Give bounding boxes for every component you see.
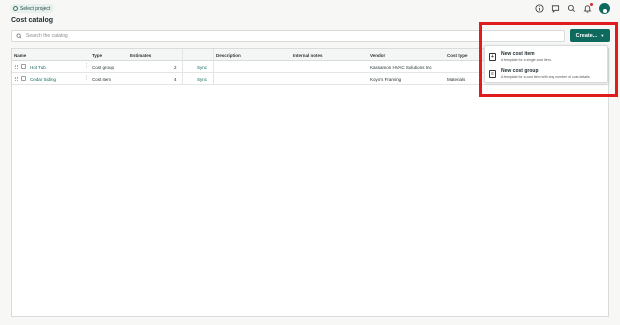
drag-handle-icon[interactable] <box>15 77 18 81</box>
item-vendor: Kassamon HVAC Solutions Inc <box>370 64 432 70</box>
row-checkbox[interactable] <box>21 64 26 69</box>
sync-link[interactable]: Sync <box>197 77 207 82</box>
top-icons <box>535 3 610 14</box>
search-input[interactable] <box>26 33 526 39</box>
more-options-icon[interactable]: ⋮ <box>84 75 89 81</box>
info-icon[interactable] <box>535 4 544 13</box>
drag-handle-icon[interactable] <box>15 65 18 69</box>
col-description[interactable]: Description <box>216 53 241 58</box>
item-type: Cost item <box>92 76 112 82</box>
col-estimates[interactable]: Estimates <box>130 53 151 58</box>
column-divider <box>182 49 183 85</box>
sync-link[interactable]: Sync <box>197 65 207 70</box>
col-internal-notes[interactable]: Internal notes <box>293 53 323 58</box>
item-name-link[interactable]: Hot Tub <box>30 65 46 70</box>
item-vendor: Koyo's Framing <box>370 76 402 82</box>
project-selector-label: Select project <box>20 5 51 12</box>
avatar[interactable] <box>599 3 610 14</box>
item-estimates: 2 <box>174 64 177 70</box>
search-icon[interactable] <box>567 4 576 13</box>
column-divider <box>213 49 214 85</box>
col-cost-type[interactable]: Cost type <box>447 53 468 58</box>
row-checkbox[interactable] <box>21 76 26 81</box>
item-estimates: 4 <box>174 76 177 82</box>
notification-badge <box>590 3 593 6</box>
page-title: Cost catalog <box>11 17 54 24</box>
location-pin-icon <box>13 6 18 11</box>
item-cost-type: Materials <box>447 76 466 82</box>
project-selector[interactable]: Select project <box>10 4 55 13</box>
top-bar: Select project <box>0 0 620 17</box>
col-name[interactable]: Name <box>14 53 26 58</box>
col-type[interactable]: Type <box>92 53 102 58</box>
annotation-highlight <box>479 22 618 97</box>
chat-icon[interactable] <box>551 4 560 13</box>
more-options-icon[interactable]: ⋮ <box>84 63 89 69</box>
notifications-icon[interactable] <box>583 3 593 13</box>
item-name-link[interactable]: Cedar Siding <box>30 77 56 82</box>
col-vendor[interactable]: Vendor <box>370 53 385 58</box>
search-icon <box>16 33 22 39</box>
item-type: Cost group <box>92 64 115 70</box>
